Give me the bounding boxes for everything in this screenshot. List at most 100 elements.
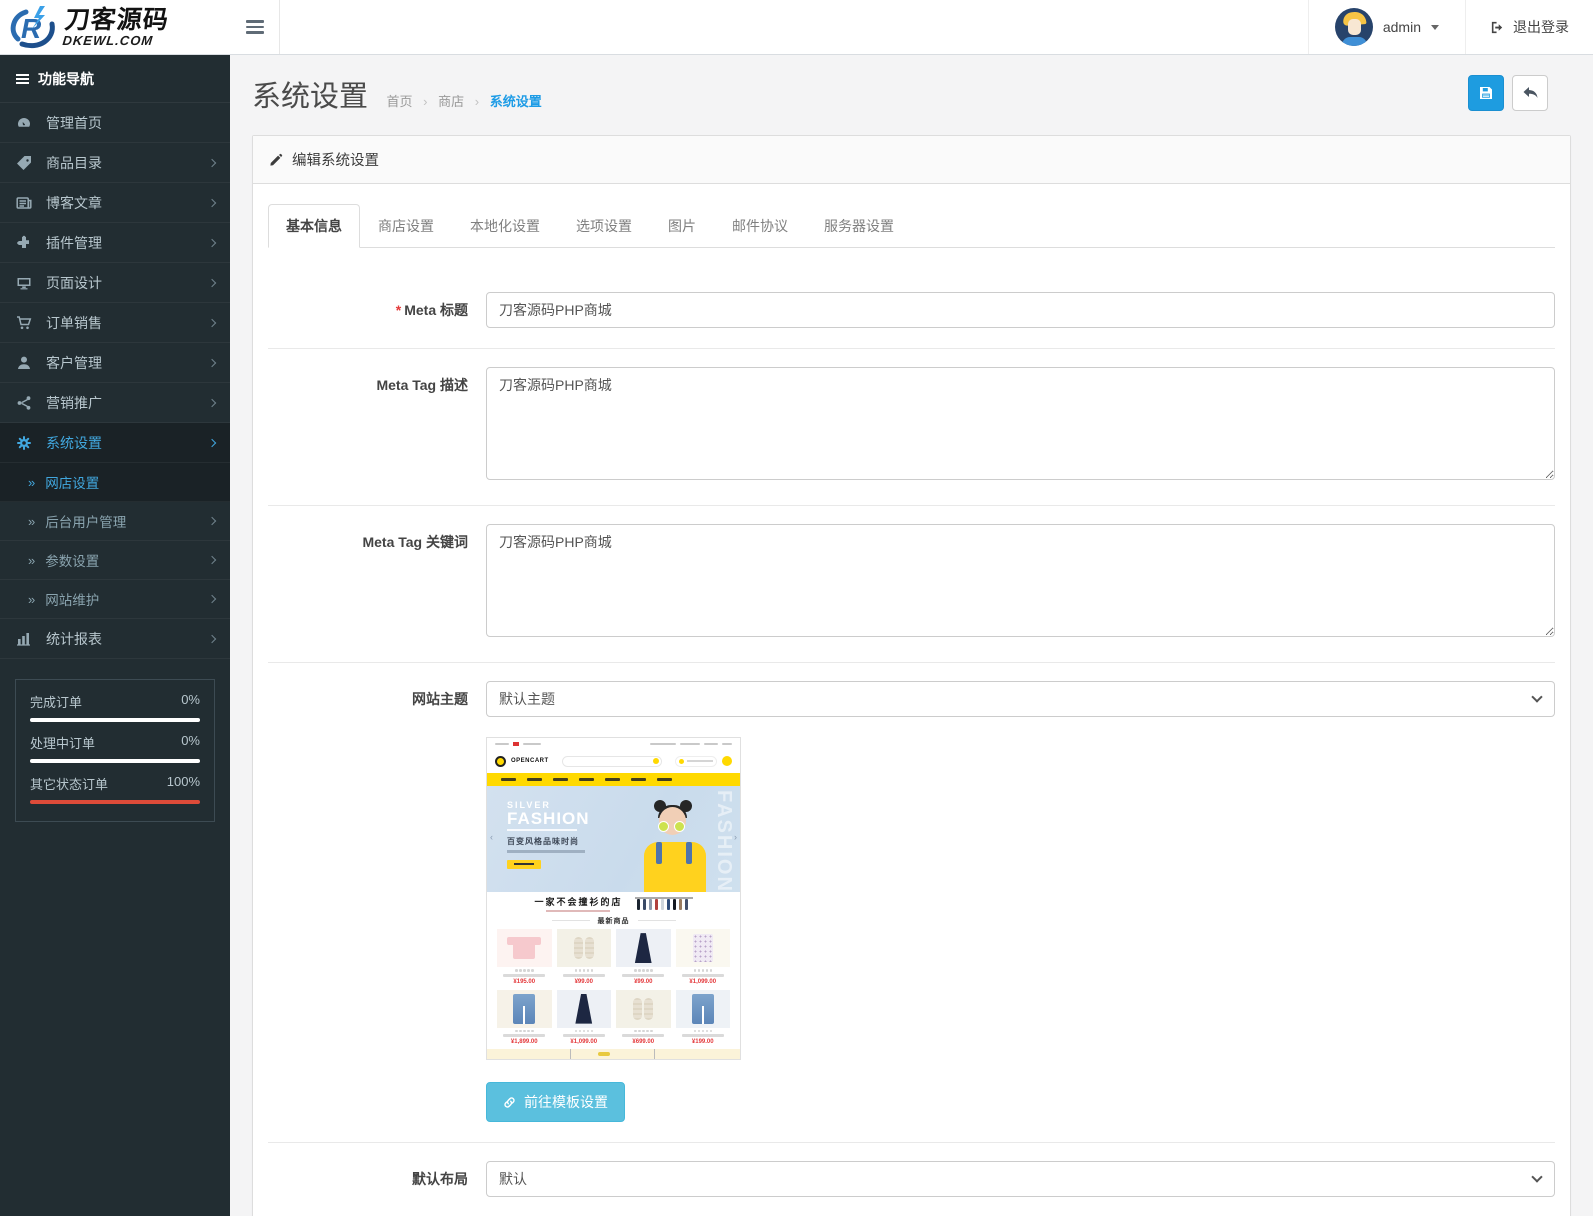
- progress-bar: [30, 800, 200, 804]
- stat-value: 100%: [167, 774, 200, 793]
- chevron-right-icon: [208, 318, 216, 326]
- username: admin: [1383, 19, 1421, 35]
- logout-button[interactable]: 退出登录: [1465, 0, 1593, 54]
- form-group-layout: 默认布局 默认: [268, 1143, 1555, 1216]
- breadcrumb-store[interactable]: 商店: [438, 94, 464, 109]
- tab-general[interactable]: 基本信息: [268, 204, 360, 248]
- page-title: 系统设置: [252, 73, 368, 115]
- sidebar: 功能导航 管理首页 商品目录 博客文章 插件管理: [0, 55, 230, 1216]
- tab-store[interactable]: 商店设置: [360, 204, 452, 248]
- brand-title: 刀客源码: [63, 8, 170, 33]
- layout-select[interactable]: 默认: [486, 1161, 1555, 1197]
- hamburger-icon: [246, 20, 264, 23]
- tab-localisation[interactable]: 本地化设置: [452, 204, 558, 248]
- preview-clothes-rack: [635, 896, 693, 911]
- sidebar-item-design[interactable]: 页面设计: [0, 263, 230, 303]
- chevron-right-icon: [208, 438, 216, 446]
- meta-title-input[interactable]: [486, 292, 1555, 328]
- tab-mail[interactable]: 邮件协议: [714, 204, 806, 248]
- save-button[interactable]: [1468, 75, 1504, 111]
- preview-product-grid: ¥195.00 ¥99.00 ¥99.0: [487, 927, 740, 1049]
- preview-product: ¥199.00: [676, 990, 731, 1046]
- sidebar-subitem-admin-users[interactable]: » 后台用户管理: [0, 502, 230, 541]
- tab-image[interactable]: 图片: [650, 204, 714, 248]
- preview-product: ¥99.00: [557, 929, 612, 985]
- preview-product: ¥699.00: [616, 990, 671, 1046]
- link-icon: [503, 1096, 516, 1109]
- form-group-meta-title: *Meta 标题: [268, 274, 1555, 349]
- meta-keyword-textarea[interactable]: 刀客源码PHP商城: [486, 524, 1555, 637]
- layout-label: 默认布局: [268, 1161, 486, 1197]
- theme-label: 网站主题: [268, 681, 486, 1122]
- meta-description-textarea[interactable]: 刀客源码PHP商城: [486, 367, 1555, 480]
- sidebar-item-reports[interactable]: 统计报表: [0, 619, 230, 659]
- cart-icon: [15, 315, 33, 331]
- preview-cart-widget: [675, 756, 717, 767]
- tab-server[interactable]: 服务器设置: [806, 204, 912, 248]
- stat-completed-orders: 完成订单 0%: [30, 692, 200, 722]
- brand-logo[interactable]: R 刀客源码 DKEWL.COM: [0, 0, 230, 54]
- stat-other-orders: 其它状态订单 100%: [30, 774, 200, 804]
- sidebar-subitem-store-settings[interactable]: » 网店设置: [0, 463, 230, 502]
- chevron-right-icon: [208, 634, 216, 642]
- sidebar-item-dashboard[interactable]: 管理首页: [0, 103, 230, 143]
- stat-value: 0%: [181, 692, 200, 711]
- gear-icon: [15, 435, 33, 451]
- double-angle-icon: »: [28, 514, 35, 529]
- sidebar-item-system[interactable]: 系统设置: [0, 423, 230, 463]
- menu-icon: [16, 74, 29, 84]
- progress-bar: [30, 759, 200, 763]
- back-icon: [1522, 86, 1539, 101]
- sidebar-subitem-parameters[interactable]: » 参数设置: [0, 541, 230, 580]
- breadcrumb-home[interactable]: 首页: [386, 94, 412, 109]
- puzzle-icon: [15, 235, 33, 251]
- preview-hero-banner: ‹ FASHION SILVER FASHION 百变风格品味时尚: [487, 786, 740, 892]
- double-angle-icon: »: [28, 475, 35, 490]
- tab-pane-general: *Meta 标题 Meta Tag 描述 刀客源码PHP商城: [268, 248, 1555, 1216]
- form-group-theme: 网站主题 默认主题: [268, 663, 1555, 1143]
- bar-chart-icon: [15, 631, 33, 647]
- sidebar-item-extensions[interactable]: 插件管理: [0, 223, 230, 263]
- preview-topbar: [487, 738, 740, 750]
- sidebar-item-marketing[interactable]: 营销推广: [0, 383, 230, 423]
- settings-panel: 编辑系统设置 基本信息 商店设置 本地化设置 选项设置 图片 邮件协议 服务器设…: [252, 135, 1571, 1216]
- sidebar-toggle-button[interactable]: [230, 0, 280, 54]
- chevron-right-icon: [208, 278, 216, 286]
- save-icon: [1478, 85, 1494, 101]
- form-group-meta-description: Meta Tag 描述 刀客源码PHP商城: [268, 349, 1555, 506]
- preview-product: ¥1,099.00: [676, 929, 731, 985]
- theme-select[interactable]: 默认主题: [486, 681, 1555, 717]
- preview-footer-strip: [487, 1049, 740, 1059]
- sidebar-item-catalog[interactable]: 商品目录: [0, 143, 230, 183]
- content-header: 系统设置 首页 › 商店 › 系统设置: [230, 55, 1593, 129]
- header-actions: admin 退出登录: [1308, 0, 1593, 54]
- panel-title: 编辑系统设置: [292, 149, 379, 170]
- sidebar-subitem-maintenance[interactable]: » 网站维护: [0, 580, 230, 619]
- sidebar-item-blog[interactable]: 博客文章: [0, 183, 230, 223]
- breadcrumb-current[interactable]: 系统设置: [490, 94, 542, 109]
- preview-logo-row: OPENCART: [487, 750, 740, 773]
- breadcrumb: 首页 › 商店 › 系统设置: [386, 91, 541, 110]
- panel-heading: 编辑系统设置: [253, 136, 1570, 184]
- preview-product: ¥195.00: [497, 929, 552, 985]
- go-to-template-settings-button[interactable]: 前往模板设置: [486, 1082, 625, 1122]
- preview-model-illustration: [644, 800, 714, 892]
- brand-subtitle: DKEWL.COM: [62, 34, 167, 47]
- double-angle-icon: »: [28, 592, 35, 607]
- sidebar-item-customers[interactable]: 客户管理: [0, 343, 230, 383]
- required-asterisk: *: [396, 302, 401, 318]
- order-stats-box: 完成订单 0% 处理中订单 0% 其它状态订单 100%: [15, 679, 215, 822]
- chevron-right-icon: [208, 238, 216, 246]
- back-button[interactable]: [1512, 75, 1548, 111]
- chevron-right-icon: [208, 158, 216, 166]
- chevron-right-icon: [208, 595, 216, 603]
- tab-option[interactable]: 选项设置: [558, 204, 650, 248]
- meta-keyword-label: Meta Tag 关键词: [268, 524, 486, 642]
- avatar: [1335, 8, 1373, 46]
- preview-search-bar: [562, 756, 662, 767]
- sidebar-item-sales[interactable]: 订单销售: [0, 303, 230, 343]
- user-menu[interactable]: admin: [1308, 0, 1465, 54]
- preview-shop-strip: 一家不会撞衫的店: [487, 892, 740, 914]
- edit-icon: [269, 153, 283, 167]
- theme-preview-image: OPENCART ‹ FASHION: [486, 737, 741, 1060]
